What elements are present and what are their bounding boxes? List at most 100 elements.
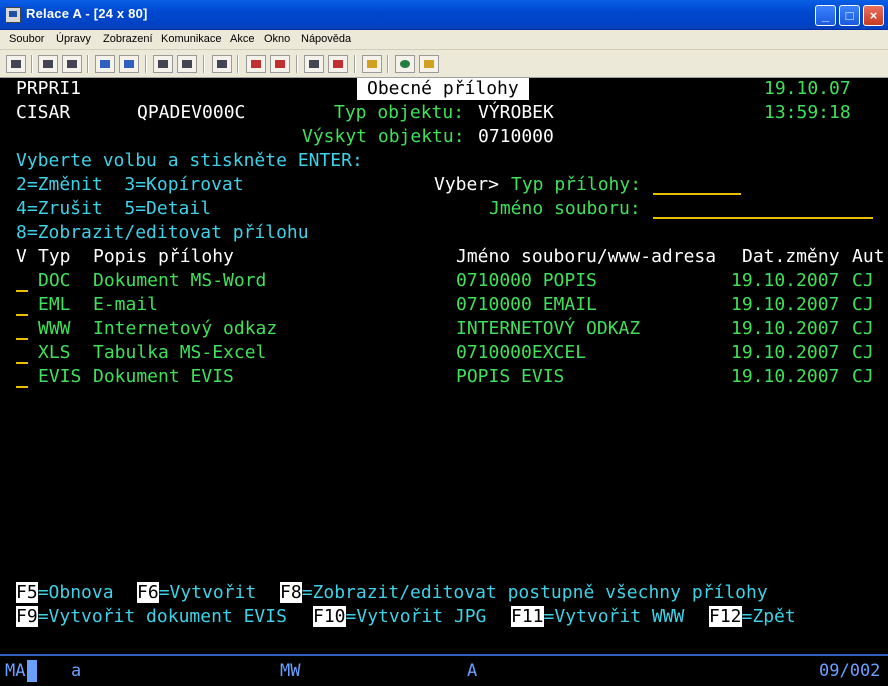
menu-komunikace[interactable]: Komunikace <box>161 33 222 45</box>
object-type-value: VÝROBEK <box>478 102 554 123</box>
row-autor: CJ <box>852 294 874 315</box>
row-popis: Tabulka MS-Excel <box>93 342 267 363</box>
send-icon[interactable] <box>95 55 115 73</box>
paste-icon[interactable] <box>62 55 82 73</box>
help-icon[interactable] <box>419 55 439 73</box>
macro-edit-icon[interactable] <box>328 55 348 73</box>
fkey-f5-label: =Obnova <box>37 582 114 603</box>
cursor-indicator <box>27 660 37 682</box>
row-soubor: 0710000EXCEL <box>456 342 587 363</box>
filter-filename-label: Jméno souboru: <box>489 198 641 219</box>
window-title: Relace A - [24 x 80] <box>26 6 148 21</box>
fkey-f5[interactable]: F5=Obnova <box>16 582 114 604</box>
system-time: 13:59:18 <box>764 102 851 123</box>
fkey-f10[interactable]: F10=Vytvořit JPG <box>313 606 486 628</box>
menu-okno[interactable]: Okno <box>264 33 290 45</box>
row-option-input[interactable] <box>16 386 28 388</box>
keyboard-map-icon[interactable] <box>177 55 197 73</box>
row-datum: 19.10.2007 <box>731 342 840 363</box>
col-header-autor: Aut <box>852 246 885 267</box>
status-mode: MW <box>280 661 301 681</box>
row-option-input[interactable] <box>16 362 28 364</box>
maximize-button[interactable]: □ <box>839 5 860 26</box>
col-header-soubor: Jméno souboru/www-adresa <box>456 246 717 267</box>
receive-icon[interactable] <box>119 55 139 73</box>
minimize-button[interactable]: _ <box>815 5 836 26</box>
row-popis: Dokument MS-Word <box>93 270 267 291</box>
col-header-v: V <box>16 246 27 267</box>
fkey-f6[interactable]: F6=Vytvořit <box>137 582 256 604</box>
maximize-icon: □ <box>845 8 854 23</box>
row-datum: 19.10.2007 <box>731 294 840 315</box>
macro-stop-icon[interactable] <box>270 55 290 73</box>
fkey-f6-key: F6 <box>137 582 159 603</box>
row-autor: CJ <box>852 342 874 363</box>
fkey-f9[interactable]: F9=Vytvořit dokument EVIS <box>16 606 287 628</box>
menu-napoveda[interactable]: Nápověda <box>301 33 351 45</box>
row-option-input[interactable] <box>16 314 28 316</box>
menu-akce[interactable]: Akce <box>230 33 254 45</box>
clipboard-icon[interactable] <box>362 55 382 73</box>
col-header-datum: Dat.změny <box>742 246 840 267</box>
terminal-app-icon[interactable] <box>5 7 21 23</box>
row-datum: 19.10.2007 <box>731 318 840 339</box>
window-titlebar[interactable]: Relace A - [24 x 80] _ □ × <box>0 0 888 30</box>
row-soubor: 0710000 POPIS <box>456 270 597 291</box>
row-typ: WWW <box>38 318 71 339</box>
row-autor: CJ <box>852 366 874 387</box>
fkey-f9-key: F9 <box>16 606 38 627</box>
filter-filename-input[interactable] <box>653 199 873 219</box>
fkey-f12-key: F12 <box>709 606 742 627</box>
menu-bar: Soubor Úpravy Zobrazení Komunikace Akce … <box>0 30 888 50</box>
fkey-f12-label: =Zpět <box>741 606 796 627</box>
row-option-input[interactable] <box>16 338 28 340</box>
print-screen-icon[interactable] <box>6 55 26 73</box>
filter-type-input[interactable] <box>653 175 741 195</box>
minimize-icon: _ <box>821 8 830 23</box>
copy-icon[interactable] <box>38 55 58 73</box>
screen-title: Obecné přílohy <box>357 78 529 100</box>
fkey-f9-label: =Vytvořit dokument EVIS <box>37 606 287 627</box>
fkey-f11-key: F11 <box>511 606 544 627</box>
fkey-f8[interactable]: F8=Zobrazit/editovat postupně všechny př… <box>280 582 768 604</box>
user-name: CISAR <box>16 102 71 123</box>
cursor-position: 09/002 <box>819 661 881 681</box>
instruction-text: Vyberte volbu a stiskněte ENTER: <box>16 150 363 171</box>
row-option-input[interactable] <box>16 290 28 292</box>
system-date: 19.10.07 <box>764 78 851 99</box>
col-header-typ: Typ <box>38 246 71 267</box>
fkey-f10-label: =Vytvořit JPG <box>345 606 487 627</box>
fkey-f11[interactable]: F11=Vytvořit WWW <box>511 606 684 628</box>
macro-play-icon[interactable] <box>304 55 324 73</box>
close-button[interactable]: × <box>863 5 884 26</box>
occurrence-label: Výskyt objektu: <box>302 126 465 147</box>
close-icon: × <box>869 8 878 23</box>
row-popis: E-mail <box>93 294 159 315</box>
terminal-screen[interactable]: PRPRI1 Obecné přílohy 19.10.07 CISAR QPA… <box>0 78 888 654</box>
status-indicator: MA <box>5 661 26 681</box>
filter-select-label: Vyber> <box>434 174 500 195</box>
program-name: PRPRI1 <box>16 78 82 99</box>
macro-record-icon[interactable] <box>246 55 266 73</box>
row-typ: EML <box>38 294 71 315</box>
row-typ: DOC <box>38 270 71 291</box>
menu-soubor[interactable]: Soubor <box>9 33 44 45</box>
row-autor: CJ <box>852 318 874 339</box>
display-icon[interactable] <box>153 55 173 73</box>
globe-icon[interactable] <box>395 55 415 73</box>
device-name: QPADEV000C <box>137 102 246 123</box>
settings-icon[interactable] <box>212 55 232 73</box>
row-soubor: 0710000 EMAIL <box>456 294 597 315</box>
menu-zobrazeni[interactable]: Zobrazení <box>103 33 153 45</box>
filter-type-label: Typ přílohy: <box>511 174 642 195</box>
fkey-f12[interactable]: F12=Zpět <box>709 606 796 628</box>
row-popis: Internetový odkaz <box>93 318 278 339</box>
options-line-1: 2=Změnit 3=Kopírovat <box>16 174 244 195</box>
menu-upravy[interactable]: Úpravy <box>56 33 91 45</box>
fkey-f11-label: =Vytvořit WWW <box>543 606 685 627</box>
occurrence-value: 0710000 <box>478 126 554 147</box>
fkey-f6-label: =Vytvořit <box>158 582 257 603</box>
row-soubor: POPIS EVIS <box>456 366 565 387</box>
row-datum: 19.10.2007 <box>731 270 840 291</box>
row-autor: CJ <box>852 270 874 291</box>
